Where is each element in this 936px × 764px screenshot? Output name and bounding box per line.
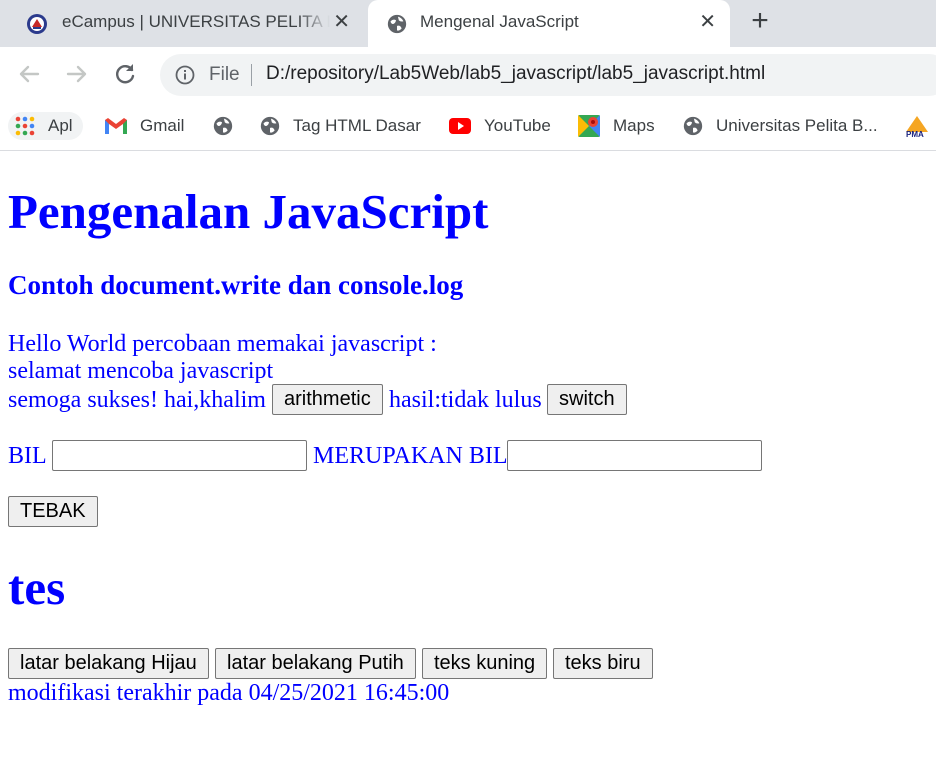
tab-title: Mengenal JavaScript [420, 12, 579, 31]
bookmark-youtube[interactable]: YouTube [448, 112, 551, 140]
university-seal-icon [27, 14, 47, 34]
globe-icon [213, 116, 233, 136]
browser-toolbar: File D:/repository/Lab5Web/lab5_javascri… [0, 47, 936, 103]
bookmark-globe[interactable] [212, 112, 234, 140]
arithmetic-button[interactable]: arithmetic [272, 384, 383, 415]
bookmark-label: Gmail [140, 116, 185, 135]
bookmark-label: YouTube [484, 116, 551, 135]
tab-strip: eCampus | UNIVERSITAS PELITA BANGSA ✕ Me… [0, 0, 936, 47]
bg-white-button[interactable]: latar belakang Putih [215, 648, 416, 679]
info-icon[interactable] [175, 65, 195, 85]
bookmark-label: Universitas Pelita B... [716, 116, 878, 135]
back-icon[interactable] [14, 59, 44, 89]
globe-icon [387, 14, 407, 34]
text-semoga: semoga sukses! hai,khalim [8, 387, 266, 413]
bil-input[interactable] [52, 440, 307, 471]
bookmark-maps[interactable]: Maps [577, 112, 655, 140]
tab-mengenal-javascript[interactable]: Mengenal JavaScript ✕ [368, 0, 730, 47]
url-text[interactable]: D:/repository/Lab5Web/lab5_javascript/la… [266, 63, 765, 85]
globe-icon [260, 116, 280, 136]
merupakan-label: MERUPAKAN BIL [313, 443, 508, 469]
bookmark-apps[interactable]: Apl [8, 112, 83, 140]
forward-icon[interactable] [62, 59, 92, 89]
divider [251, 64, 252, 86]
tebak-button[interactable]: TEBAK [8, 496, 98, 527]
close-icon[interactable]: ✕ [699, 11, 716, 33]
bg-green-button[interactable]: latar belakang Hijau [8, 648, 209, 679]
address-bar[interactable]: File D:/repository/Lab5Web/lab5_javascri… [160, 54, 936, 96]
security-label: File [209, 64, 240, 85]
new-tab-button[interactable]: + [746, 6, 774, 37]
bookmark-label: Maps [613, 116, 655, 135]
bookmark-tag-html[interactable]: Tag HTML Dasar [259, 112, 421, 140]
bookmark-label: Tag HTML Dasar [293, 116, 421, 135]
text-hasil: hasil:tidak lulus [389, 387, 542, 413]
page-content: Pengenalan JavaScript Contoh document.wr… [0, 151, 936, 764]
pma-logo-icon: PMA [906, 116, 928, 138]
last-modified-text: modifikasi terakhir pada 04/25/2021 16:4… [8, 680, 450, 706]
close-icon[interactable]: ✕ [333, 11, 350, 33]
gmail-icon [105, 118, 127, 134]
youtube-icon [449, 118, 471, 134]
bookmark-universitas[interactable]: Universitas Pelita B... [682, 112, 878, 140]
merupakan-input[interactable] [507, 440, 762, 471]
switch-button[interactable]: switch [547, 384, 627, 415]
reload-icon[interactable] [110, 59, 140, 89]
bookmarks-bar: Apl Gmail Tag HTML Dasar YouTube Maps Un… [0, 103, 936, 151]
maps-icon [578, 115, 600, 137]
bookmark-label: Apl [48, 116, 73, 135]
text-yellow-button[interactable]: teks kuning [422, 648, 548, 679]
tab-title: eCampus | UNIVERSITAS PELITA BANGSA [62, 12, 330, 31]
bil-label: BIL [8, 443, 47, 469]
tab-ecampus[interactable]: eCampus | UNIVERSITAS PELITA BANGSA ✕ [10, 0, 364, 47]
globe-icon [683, 116, 703, 136]
page-title: Pengenalan JavaScript [8, 184, 489, 239]
bookmark-pma[interactable]: PMA [904, 112, 930, 140]
text-hello-world: Hello World percobaan memakai javascript… [8, 331, 437, 357]
svg-text:PMA: PMA [906, 130, 924, 138]
text-selamat: selamat mencoba javascript [8, 358, 274, 384]
heading-tes: tes [8, 560, 66, 615]
page-subtitle: Contoh document.write dan console.log [8, 270, 464, 300]
bookmark-gmail[interactable]: Gmail [104, 112, 184, 140]
apps-grid-icon [15, 116, 35, 136]
text-blue-button[interactable]: teks biru [553, 648, 653, 679]
